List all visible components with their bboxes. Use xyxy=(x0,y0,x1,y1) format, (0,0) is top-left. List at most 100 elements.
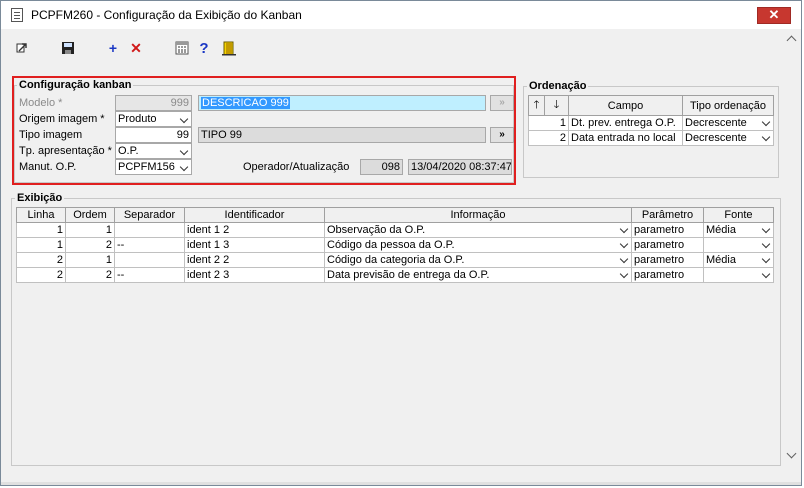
ordenacao-table: 🡑 🡓 Campo Tipo ordenação 1 Dt. prev. ent… xyxy=(528,95,774,146)
fonte-select[interactable] xyxy=(703,267,774,283)
fonte-select[interactable]: Média xyxy=(703,222,774,238)
window-title: PCPFM260 - Configuração da Exibição do K… xyxy=(31,8,302,22)
chevron-down-icon xyxy=(761,224,771,234)
door-button[interactable] xyxy=(220,39,238,57)
chevron-down-icon xyxy=(761,254,771,264)
add-button[interactable]: + xyxy=(104,39,122,57)
window: PCPFM260 - Configuração da Exibição do K… xyxy=(0,0,802,486)
linha-cell[interactable]: 2 xyxy=(16,267,66,283)
linha-cell[interactable]: 1 xyxy=(16,222,66,238)
ordem-header: Ordem xyxy=(65,207,115,223)
delete-button[interactable]: ✕ xyxy=(127,39,145,57)
separador-cell[interactable]: -- xyxy=(114,267,185,283)
chevron-down-icon xyxy=(619,239,629,249)
scroll-down-icon[interactable] xyxy=(786,448,797,459)
ordenacao-num: 1 xyxy=(528,115,569,131)
close-button[interactable]: ✕ xyxy=(757,7,791,24)
chevron-down-icon xyxy=(619,224,629,234)
ordenacao-campo[interactable]: Dt. prev. entrega O.P. xyxy=(568,115,683,131)
ordenacao-row[interactable]: 2 Data entrada no local Decrescente xyxy=(528,130,774,146)
identificador-cell[interactable]: ident 2 3 xyxy=(184,267,325,283)
informacao-header: Informação xyxy=(324,207,632,223)
exibicao-row[interactable]: 2 2 -- ident 2 3 Data previsão de entreg… xyxy=(16,267,774,283)
chevron-down-icon xyxy=(761,269,771,279)
chevron-down-icon xyxy=(761,239,771,249)
door-icon xyxy=(222,41,236,55)
fonte-value: Média xyxy=(706,254,736,266)
move-down-button[interactable]: 🡓 xyxy=(544,95,569,116)
help-icon: ? xyxy=(199,39,209,57)
campo-header: Campo xyxy=(568,95,683,116)
fonte-header: Fonte xyxy=(703,207,774,223)
parametro-header: Parâmetro xyxy=(631,207,704,223)
ordenacao-tipo-select[interactable]: Decrescente xyxy=(682,115,774,131)
save-button[interactable] xyxy=(59,39,77,57)
exit-button[interactable] xyxy=(13,39,31,57)
ordenacao-tipo-select[interactable]: Decrescente xyxy=(682,130,774,146)
exibicao-table: Linha Ordem Separador Identificador Info… xyxy=(16,207,774,283)
informacao-select[interactable]: Data previsão de entrega da O.P. xyxy=(324,267,632,283)
exibicao-header-row: Linha Ordem Separador Identificador Info… xyxy=(16,207,774,223)
ordem-cell[interactable]: 1 xyxy=(65,252,115,268)
ordenacao-group-title: Ordenação xyxy=(527,80,589,92)
chevron-down-icon xyxy=(761,117,771,127)
informacao-value: Código da pessoa da O.P. xyxy=(327,239,455,251)
chevron-down-icon xyxy=(619,269,629,279)
separador-header: Separador xyxy=(114,207,185,223)
exibicao-group-title: Exibição xyxy=(15,192,65,204)
ordem-cell[interactable]: 2 xyxy=(65,237,115,253)
tipo-ordenacao-header: Tipo ordenação xyxy=(682,95,774,116)
informacao-value: Observação da O.P. xyxy=(327,224,426,236)
exibicao-row[interactable]: 1 1 ident 1 2 Observação da O.P. paramet… xyxy=(16,222,774,238)
ordenacao-header-row: 🡑 🡓 Campo Tipo ordenação xyxy=(528,95,774,116)
linha-cell[interactable]: 1 xyxy=(16,237,66,253)
fonte-select[interactable] xyxy=(703,237,774,253)
linha-cell[interactable]: 2 xyxy=(16,252,66,268)
separador-cell[interactable] xyxy=(114,222,185,238)
ordem-cell[interactable]: 2 xyxy=(65,267,115,283)
delete-icon: ✕ xyxy=(130,39,142,56)
move-up-button[interactable]: 🡑 xyxy=(528,95,545,116)
calculator-button[interactable] xyxy=(173,39,191,57)
parametro-cell[interactable]: parametro xyxy=(631,252,704,268)
exibicao-row[interactable]: 1 2 -- ident 1 3 Código da pessoa da O.P… xyxy=(16,237,774,253)
title-bar: PCPFM260 - Configuração da Exibição do K… xyxy=(1,1,801,29)
fonte-select[interactable]: Média xyxy=(703,252,774,268)
calculator-icon xyxy=(175,41,189,55)
help-button[interactable]: ? xyxy=(195,39,213,57)
ordenacao-row[interactable]: 1 Dt. prev. entrega O.P. Decrescente xyxy=(528,115,774,131)
identificador-cell[interactable]: ident 1 3 xyxy=(184,237,325,253)
identificador-cell[interactable]: ident 1 2 xyxy=(184,222,325,238)
informacao-select[interactable]: Código da pessoa da O.P. xyxy=(324,237,632,253)
ordenacao-campo[interactable]: Data entrada no local xyxy=(568,130,683,146)
ordenacao-tipo-value: Decrescente xyxy=(685,117,747,129)
informacao-select[interactable]: Código da categoria da O.P. xyxy=(324,252,632,268)
ordem-cell[interactable]: 1 xyxy=(65,222,115,238)
identificador-cell[interactable]: ident 2 2 xyxy=(184,252,325,268)
linha-header: Linha xyxy=(16,207,66,223)
identificador-header: Identificador xyxy=(184,207,325,223)
parametro-cell[interactable]: parametro xyxy=(631,237,704,253)
highlight-box xyxy=(12,76,516,185)
chevron-down-icon xyxy=(761,132,771,142)
exit-icon xyxy=(16,43,27,53)
parametro-cell[interactable]: parametro xyxy=(631,222,704,238)
separador-cell[interactable]: -- xyxy=(114,237,185,253)
separador-cell[interactable] xyxy=(114,252,185,268)
fonte-value: Média xyxy=(706,224,736,236)
document-icon xyxy=(11,8,23,22)
informacao-value: Data previsão de entrega da O.P. xyxy=(327,269,490,281)
exibicao-row[interactable]: 2 1 ident 2 2 Código da categoria da O.P… xyxy=(16,252,774,268)
add-icon: + xyxy=(108,40,118,56)
chevron-down-icon xyxy=(619,254,629,264)
bottom-edge xyxy=(1,482,801,485)
parametro-cell[interactable]: parametro xyxy=(631,267,704,283)
scroll-up-icon[interactable] xyxy=(786,35,797,46)
informacao-value: Código da categoria da O.P. xyxy=(327,254,465,266)
toolbar: + ✕ ? xyxy=(1,39,801,59)
ordenacao-num: 2 xyxy=(528,130,569,146)
save-icon xyxy=(62,42,74,54)
informacao-select[interactable]: Observação da O.P. xyxy=(324,222,632,238)
ordenacao-tipo-value: Decrescente xyxy=(685,132,747,144)
vertical-scrollbar[interactable] xyxy=(783,31,800,465)
